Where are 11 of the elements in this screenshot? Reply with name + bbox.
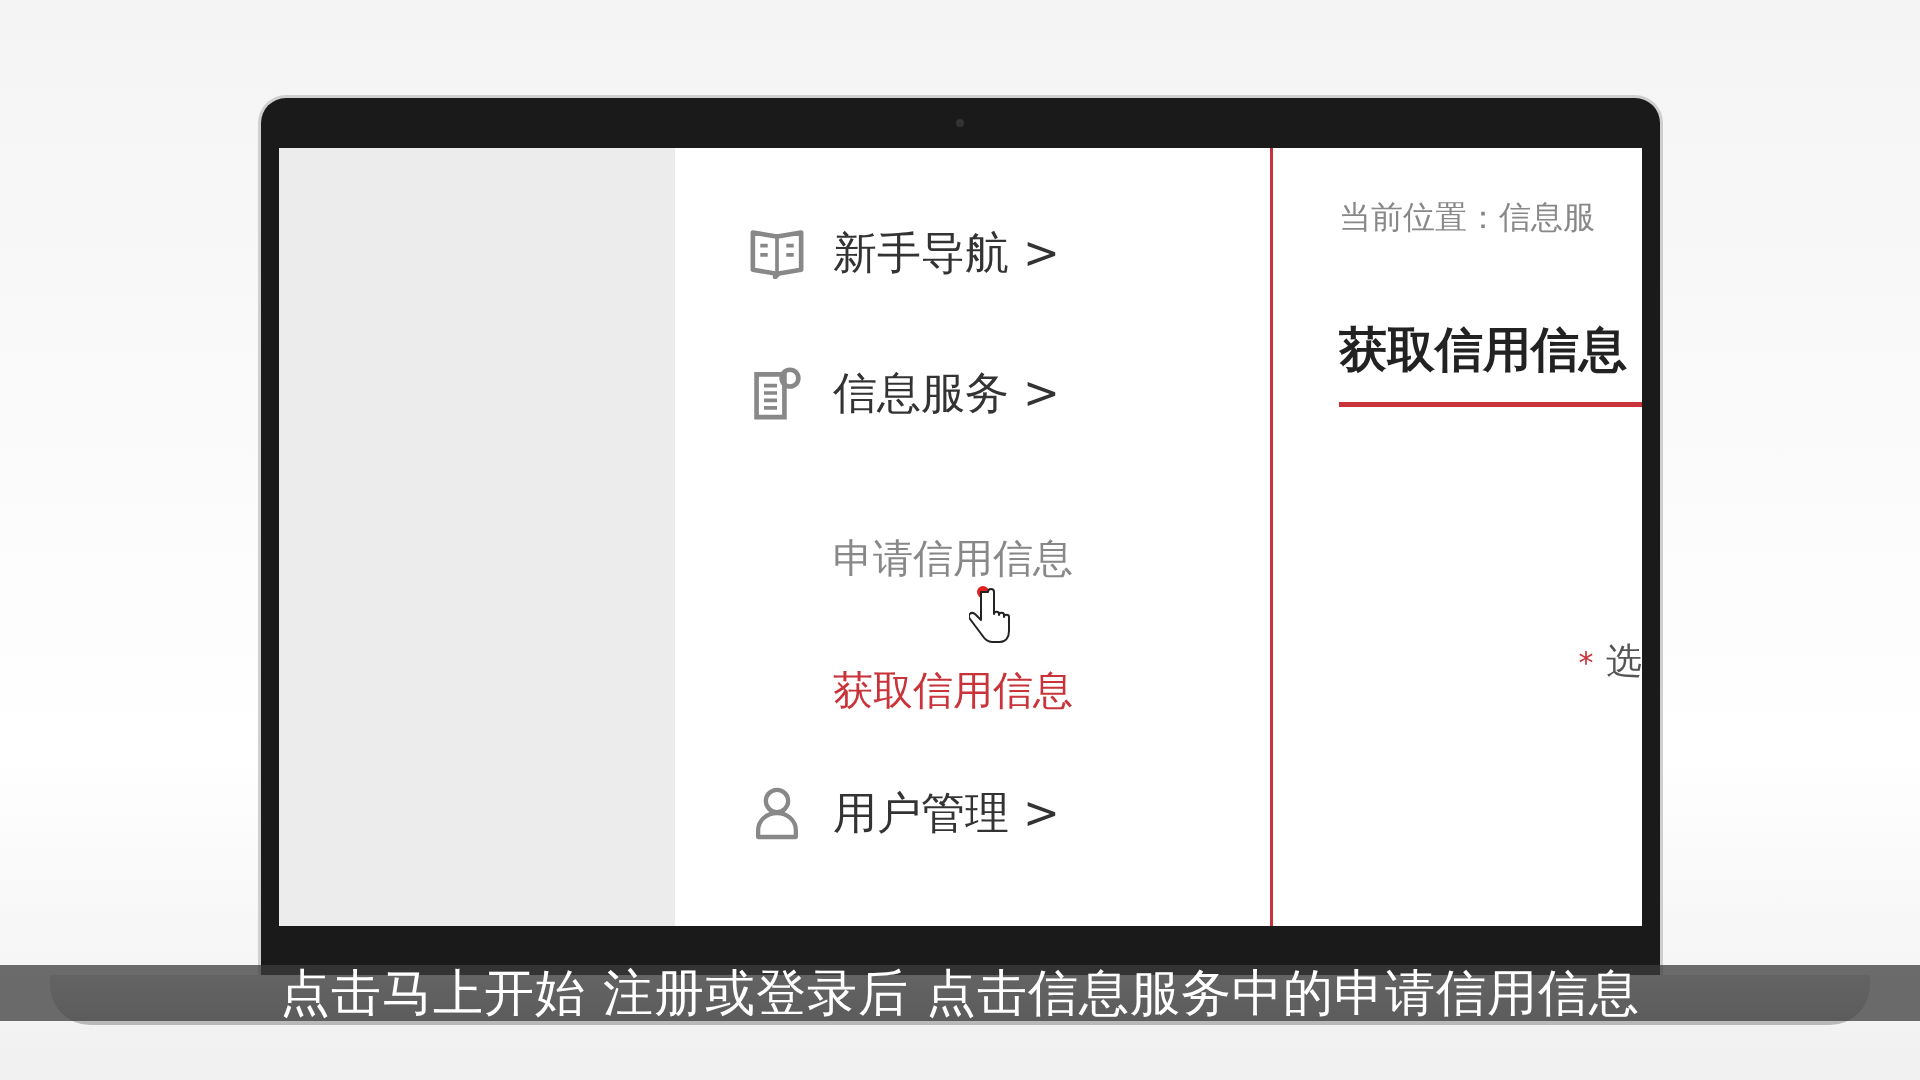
subtitle-caption: 点击马上开始 注册或登录后 点击信息服务中的申请信用信息: [0, 965, 1920, 1021]
submenu-item[interactable]: 申请信用信息: [833, 530, 1074, 586]
nav-menu-item[interactable]: 新手导航 >: [833, 223, 1060, 283]
field-label: 选: [1605, 639, 1642, 683]
page-title: 获取信用信息: [1338, 318, 1642, 407]
breadcrumb: 当前位置：信息服: [1338, 197, 1596, 238]
camera-icon: [956, 119, 964, 127]
submenu-item[interactable]: 获取信用信息: [833, 662, 1074, 718]
required-mark: *: [1578, 645, 1594, 680]
nav-menu-item[interactable]: 信息服务 >: [833, 363, 1060, 423]
nav-menu-item[interactable]: 用户管理 >: [833, 783, 1060, 843]
